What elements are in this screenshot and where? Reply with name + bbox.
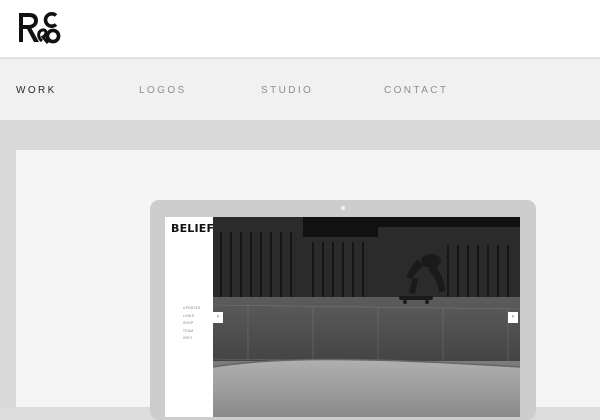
preview-menu-item[interactable]: TEAM bbox=[183, 328, 201, 336]
camera-dot bbox=[341, 206, 345, 210]
carousel-prev-button[interactable]: ‹ bbox=[213, 312, 223, 323]
nav-item-contact[interactable]: CONTACT bbox=[384, 85, 448, 96]
nav-item-logos[interactable]: LOGOS bbox=[139, 85, 187, 96]
main-nav: WORK LOGOS STUDIO CONTACT bbox=[0, 59, 600, 121]
r-and-co-logo-icon[interactable] bbox=[16, 10, 64, 46]
preview-menu: UPDATES LINKS SHOP TEAM INFO bbox=[183, 305, 201, 343]
preview-menu-item[interactable]: SHOP bbox=[183, 320, 201, 328]
nav-item-work[interactable]: WORK bbox=[16, 85, 57, 96]
preview-sidebar: BELIEF UPDATES LINKS SHOP TEAM INFO bbox=[165, 217, 215, 417]
laptop-mockup: BELIEF UPDATES LINKS SHOP TEAM INFO ‹ › bbox=[150, 200, 536, 420]
skateboard-photo bbox=[213, 217, 520, 417]
skate-park-illustration bbox=[213, 217, 520, 417]
preview-menu-item[interactable]: LINKS bbox=[183, 313, 201, 321]
preview-site-title: BELIEF bbox=[171, 222, 215, 235]
carousel-next-button[interactable]: › bbox=[508, 312, 518, 323]
site-header bbox=[0, 0, 600, 58]
laptop-screen[interactable]: BELIEF UPDATES LINKS SHOP TEAM INFO ‹ › bbox=[165, 217, 520, 417]
preview-menu-item[interactable]: INFO bbox=[183, 335, 201, 343]
preview-menu-item[interactable]: UPDATES bbox=[183, 305, 201, 313]
nav-item-studio[interactable]: STUDIO bbox=[261, 85, 313, 96]
